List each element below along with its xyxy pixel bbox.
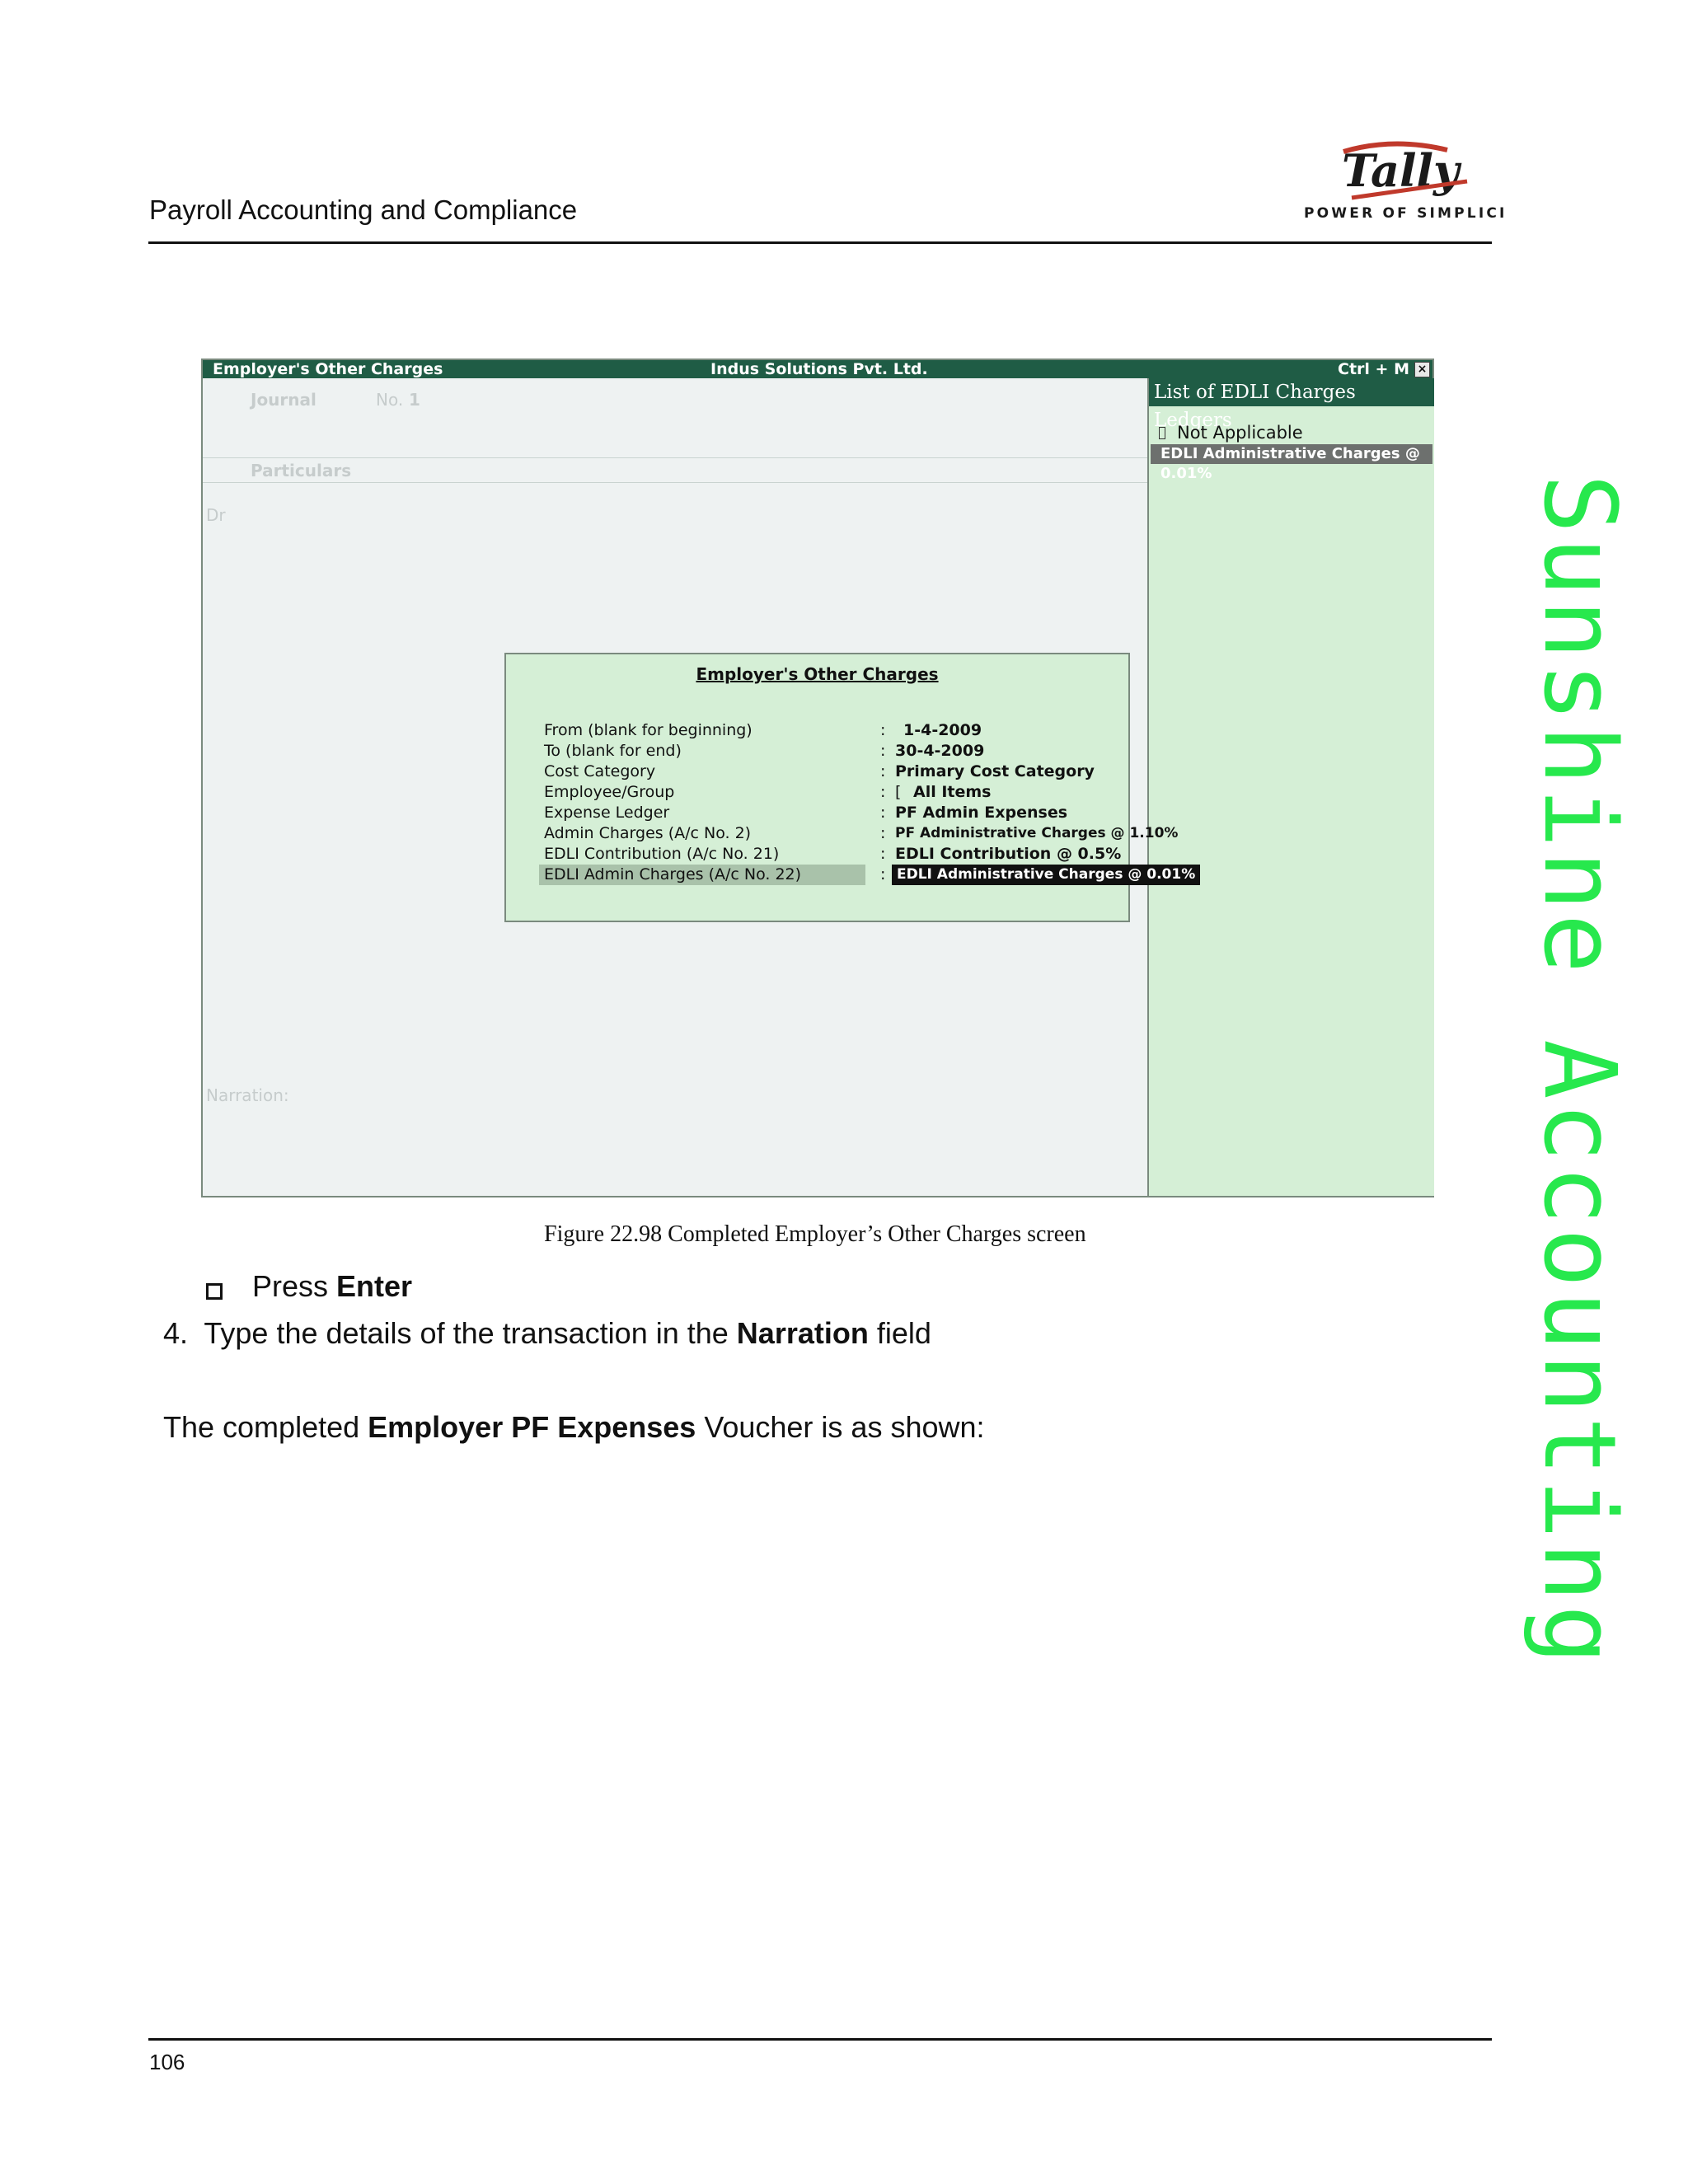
logo-tagline: POWER OF SIMPLICITY bbox=[1304, 205, 1504, 222]
field-label: EDLI Admin Charges (A/c No. 22) bbox=[544, 865, 802, 883]
body-paragraph: The completed Employer PF Expenses Vouch… bbox=[163, 1410, 985, 1444]
field-value[interactable]: PF Admin Expenses bbox=[895, 803, 1067, 823]
page-number: 106 bbox=[149, 2050, 185, 2074]
field-label: Cost Category bbox=[544, 762, 656, 780]
field-value[interactable]: PF Administrative Charges @ 1.10% bbox=[895, 823, 1178, 844]
field-value[interactable]: 1-4-2009 bbox=[903, 720, 982, 741]
field-value[interactable]: All Items bbox=[913, 782, 992, 803]
figure-caption: Figure 22.98 Completed Employer’s Other … bbox=[544, 1221, 1086, 1247]
particulars-heading: Particulars bbox=[251, 461, 352, 480]
field-value[interactable]: EDLI Contribution @ 0.5% bbox=[895, 844, 1121, 865]
field-value[interactable]: Primary Cost Category bbox=[895, 762, 1095, 782]
shortcut-hint: Ctrl + M bbox=[1338, 360, 1409, 378]
field-label: Admin Charges (A/c No. 2) bbox=[544, 824, 752, 842]
running-header-title: Payroll Accounting and Compliance bbox=[149, 194, 578, 225]
voucher-no-label: No. bbox=[376, 390, 404, 410]
close-icon[interactable]: × bbox=[1414, 362, 1430, 377]
field-value[interactable]: 30-4-2009 bbox=[895, 741, 984, 762]
employer-other-charges-dialog: Employer's Other Charges From (blank for… bbox=[504, 653, 1201, 922]
bullet-icon bbox=[1159, 427, 1165, 439]
field-label: Expense Ledger bbox=[544, 804, 670, 822]
footer-divider bbox=[148, 2038, 1492, 2041]
window-titlebar: Employer's Other Charges Indus Solutions… bbox=[203, 360, 1432, 378]
list-item[interactable]: Not Applicable bbox=[1159, 423, 1303, 443]
ledger-list-title: List of EDLI Charges Ledgers bbox=[1149, 378, 1434, 431]
voucher-type: Journal bbox=[251, 390, 316, 410]
field-label: EDLI Contribution (A/c No. 21) bbox=[544, 845, 780, 863]
dr-label: Dr bbox=[206, 505, 226, 525]
dialog-title: Employer's Other Charges bbox=[696, 664, 939, 684]
watermark: Sunshine Accounting bbox=[1522, 474, 1636, 1668]
ledger-list-panel: List of EDLI Charges Ledgers Not Applica… bbox=[1147, 378, 1434, 1196]
field-value-active[interactable]: EDLI Administrative Charges @ 0.01% bbox=[892, 865, 1201, 885]
field-label: From (blank for beginning) bbox=[544, 721, 753, 739]
list-item-label: Not Applicable bbox=[1177, 423, 1303, 443]
field-label: To (blank for end) bbox=[544, 742, 682, 760]
square-bullet-icon bbox=[206, 1283, 223, 1300]
divider bbox=[203, 482, 1147, 483]
narration-label: Narration: bbox=[206, 1085, 289, 1105]
divider bbox=[203, 457, 1147, 458]
bracket-icon: [ bbox=[895, 783, 902, 801]
field-label: Employee/Group bbox=[544, 783, 675, 801]
voucher-no: 1 bbox=[409, 390, 420, 410]
company-name: Indus Solutions Pvt. Ltd. bbox=[710, 360, 928, 378]
step-4: 4. Type the details of the transaction i… bbox=[163, 1316, 931, 1350]
tally-logo: Tally POWER OF SIMPLICITY bbox=[1302, 132, 1504, 229]
tally-screenshot: Employer's Other Charges Indus Solutions… bbox=[201, 359, 1434, 1197]
header-divider bbox=[148, 241, 1492, 244]
list-item-selected[interactable]: EDLI Administrative Charges @ 0.01% bbox=[1151, 444, 1432, 482]
bullet-text: Press Enter bbox=[252, 1269, 413, 1303]
window-title: Employer's Other Charges bbox=[213, 360, 443, 378]
